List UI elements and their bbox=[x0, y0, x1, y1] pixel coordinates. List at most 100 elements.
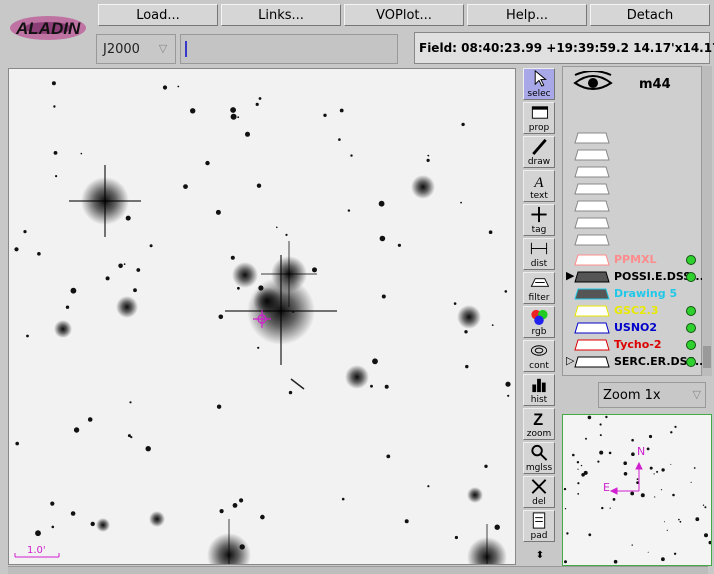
faint-star bbox=[190, 108, 196, 114]
faint-star bbox=[125, 215, 131, 221]
plane-icon[interactable] bbox=[574, 254, 610, 266]
faint-star bbox=[288, 390, 293, 395]
tool-rgb-button[interactable]: rgb bbox=[523, 306, 555, 338]
zoom-selector[interactable]: Zoom 1x ▽ bbox=[598, 382, 706, 408]
thumb-star bbox=[588, 533, 592, 537]
stack-scrollbar[interactable] bbox=[702, 66, 712, 376]
plane-icon[interactable] bbox=[574, 322, 610, 334]
detach-button[interactable]: Detach bbox=[590, 4, 710, 26]
faint-star bbox=[232, 503, 238, 508]
faint-star bbox=[372, 358, 378, 365]
faint-star bbox=[219, 509, 224, 514]
thumb-star bbox=[656, 470, 659, 473]
toolbar-scroll-icon[interactable]: ⬍ bbox=[530, 550, 550, 564]
thumb-star bbox=[690, 481, 692, 483]
empty-plane-slot[interactable] bbox=[574, 183, 610, 195]
faint-star bbox=[260, 514, 265, 520]
plane-icon[interactable] bbox=[574, 305, 610, 317]
thumbnail-view[interactable]: N E bbox=[562, 414, 712, 566]
tool-label: prop bbox=[528, 123, 550, 133]
plane-name[interactable]: USNO2 bbox=[614, 321, 657, 334]
plane-name[interactable]: Tycho-2 bbox=[614, 338, 662, 351]
tool-cont-button[interactable]: cont bbox=[523, 340, 555, 372]
aladin-logo: ALADIN bbox=[6, 4, 90, 50]
empty-plane-slot[interactable] bbox=[574, 149, 610, 161]
frame-selector[interactable]: J2000 ▽ bbox=[96, 34, 176, 64]
plane-status-dot[interactable] bbox=[686, 272, 696, 282]
tool-draw-button[interactable]: draw bbox=[523, 136, 555, 168]
faint-star bbox=[23, 230, 27, 234]
plane-name[interactable]: Drawing 5 bbox=[614, 287, 677, 300]
eye-icon[interactable] bbox=[573, 71, 613, 93]
faint-star bbox=[384, 384, 389, 389]
faint-star bbox=[381, 294, 386, 299]
plane-status-dot[interactable] bbox=[686, 255, 696, 265]
tool-text-button[interactable]: Atext bbox=[523, 170, 555, 202]
tool-prop-button[interactable]: prop bbox=[523, 102, 555, 134]
thumb-star bbox=[631, 452, 635, 456]
image-viewer[interactable]: 1.0' bbox=[8, 68, 516, 565]
faint-star bbox=[312, 267, 317, 273]
plane-icon[interactable] bbox=[574, 339, 610, 351]
tool-label: filter bbox=[528, 293, 550, 303]
plane-status-dot[interactable] bbox=[686, 306, 696, 316]
plane-icon[interactable] bbox=[574, 288, 610, 300]
faint-star bbox=[218, 314, 224, 320]
text-icon: A bbox=[533, 174, 544, 190]
faint-star bbox=[239, 498, 244, 503]
help-button[interactable]: Help... bbox=[467, 4, 587, 26]
thumb-star bbox=[580, 464, 583, 467]
thumb-star bbox=[631, 438, 634, 442]
tool-pad-button[interactable]: pad bbox=[523, 510, 555, 542]
empty-plane-slot[interactable] bbox=[574, 166, 610, 178]
faint-star bbox=[453, 302, 457, 305]
thumb-star bbox=[636, 478, 639, 480]
voplot-button[interactable]: VOPlot... bbox=[344, 4, 464, 26]
tool-del-button[interactable]: del bbox=[523, 476, 555, 508]
tool-selec-button[interactable]: selec bbox=[523, 68, 555, 100]
faint-star bbox=[230, 255, 235, 260]
thumb-star bbox=[664, 521, 665, 523]
tool-mglss-button[interactable]: mglss bbox=[523, 442, 555, 474]
links-button[interactable]: Links... bbox=[221, 4, 341, 26]
plane-icon[interactable] bbox=[574, 271, 610, 283]
faint-star bbox=[386, 454, 391, 459]
thumb-star bbox=[599, 450, 604, 455]
thumb-star bbox=[581, 473, 585, 477]
load-button[interactable]: Load... bbox=[98, 4, 218, 26]
plane-status-dot[interactable] bbox=[686, 323, 696, 333]
empty-plane-slot[interactable] bbox=[574, 200, 610, 212]
faint-star bbox=[505, 381, 511, 387]
plane-status-dot[interactable] bbox=[686, 357, 696, 367]
faint-star bbox=[15, 441, 19, 446]
faint-star bbox=[133, 288, 137, 293]
command-input[interactable] bbox=[180, 34, 398, 64]
faint-star bbox=[397, 243, 401, 247]
plane-name[interactable]: GSC2.3 bbox=[614, 304, 659, 317]
plane-status-dot[interactable] bbox=[686, 340, 696, 350]
faint-star bbox=[256, 183, 262, 188]
frame-value: J2000 bbox=[103, 41, 140, 57]
reference-plane-arrow-icon: ▷ bbox=[566, 354, 575, 367]
plane-name[interactable]: PPMXL bbox=[614, 253, 657, 266]
faint-star bbox=[123, 263, 126, 265]
tool-zoom-button[interactable]: Zzoom bbox=[523, 408, 555, 440]
faint-star bbox=[216, 404, 222, 409]
faint-star bbox=[118, 263, 123, 269]
thumb-star bbox=[563, 487, 567, 491]
empty-plane-slot[interactable] bbox=[574, 217, 610, 229]
streak-artifact bbox=[290, 378, 305, 390]
thumb-star bbox=[674, 425, 677, 428]
empty-plane-slot[interactable] bbox=[574, 132, 610, 144]
cursor-icon bbox=[534, 69, 547, 87]
plane-icon[interactable] bbox=[574, 356, 610, 368]
tool-filter-button[interactable]: filter bbox=[523, 272, 555, 304]
empty-plane-slot[interactable] bbox=[574, 234, 610, 246]
tool-label: dist bbox=[530, 259, 548, 269]
tool-hist-button[interactable]: hist bbox=[523, 374, 555, 406]
tool-tag-button[interactable]: tag bbox=[523, 204, 555, 236]
thumb-star bbox=[609, 507, 611, 509]
tool-label: zoom bbox=[526, 429, 552, 439]
tool-dist-button[interactable]: dist bbox=[523, 238, 555, 270]
faint-star bbox=[464, 330, 468, 334]
